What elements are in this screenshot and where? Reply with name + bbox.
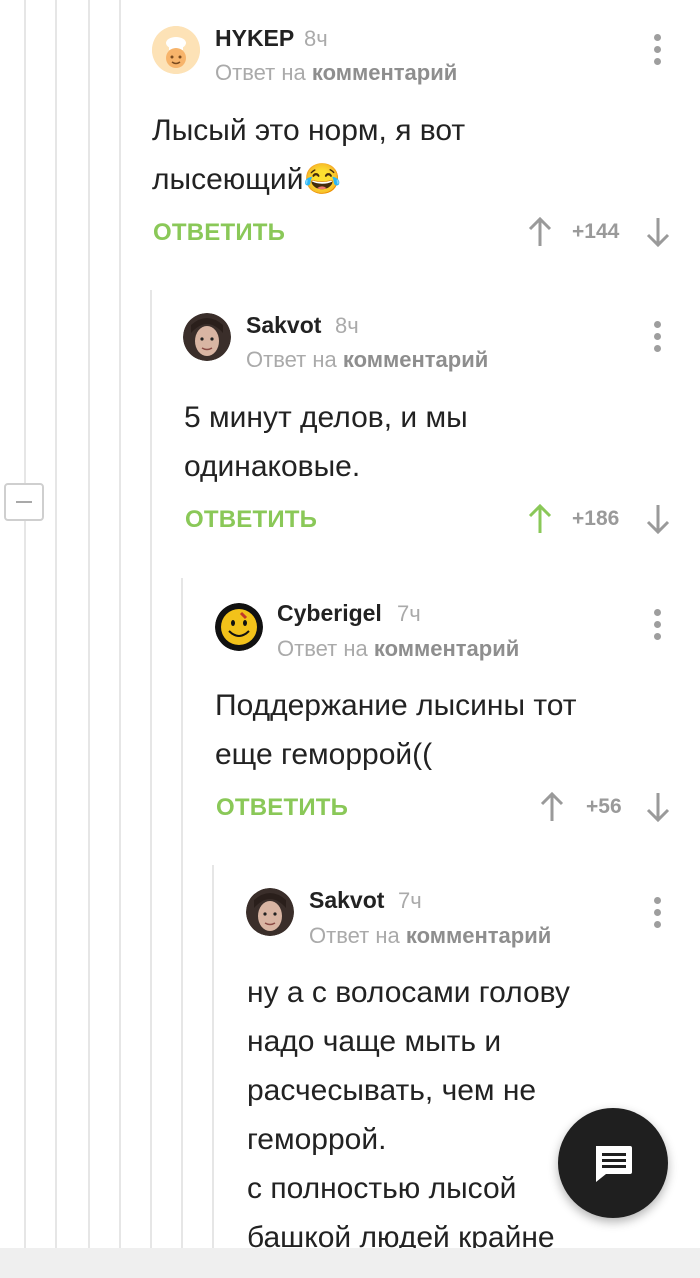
comment-time: 8ч xyxy=(304,26,328,51)
reply-prefix: Ответ на xyxy=(277,636,368,661)
reply-to-link[interactable]: Ответ на комментарий xyxy=(246,347,488,373)
comment-time: 7ч xyxy=(397,601,421,626)
comment-body: Лысый это норм, я вот лысеющий😂 xyxy=(152,106,652,204)
more-options-icon[interactable] xyxy=(654,321,662,357)
thread-line xyxy=(181,578,183,1250)
reply-target[interactable]: комментарий xyxy=(343,347,488,372)
reply-target[interactable]: комментарий xyxy=(406,923,551,948)
comment-icon xyxy=(596,1146,632,1182)
reply-to-link[interactable]: Ответ на комментарий xyxy=(277,636,519,662)
comment-author[interactable]: Sakvot xyxy=(246,312,321,339)
comment-line: надо чаще мыть и xyxy=(247,1025,502,1058)
thread-line xyxy=(150,290,152,1250)
comment-body: Поддержание лысины тот еще геморрой(( xyxy=(215,681,675,779)
comment-line: ну а с волосами голову xyxy=(247,976,570,1009)
collapse-thread-button[interactable] xyxy=(4,483,44,521)
laughing-emoji-icon: 😂 xyxy=(303,163,341,196)
more-options-icon[interactable] xyxy=(654,897,662,933)
more-options-icon[interactable] xyxy=(654,609,662,645)
comment-line: одинаковые. xyxy=(184,450,361,483)
reply-target[interactable]: комментарий xyxy=(374,636,519,661)
reply-target[interactable]: комментарий xyxy=(312,60,457,85)
comment-score: +186 xyxy=(572,507,620,530)
comment-time: 8ч xyxy=(335,313,359,338)
comment-line: лысеющий xyxy=(152,163,304,196)
reply-to-link[interactable]: Ответ на комментарий xyxy=(215,60,457,86)
comment-author[interactable]: Cyberigel xyxy=(277,600,382,627)
user-photo-avatar[interactable] xyxy=(246,888,294,936)
comment-body: 5 минут делов, и мы одинаковые. xyxy=(184,393,644,491)
downvote-icon[interactable] xyxy=(645,503,671,535)
smiley-avatar-icon[interactable] xyxy=(215,603,263,651)
reply-button[interactable]: ОТВЕТИТЬ xyxy=(153,219,285,247)
more-options-icon[interactable] xyxy=(654,34,662,70)
comment-time: 7ч xyxy=(398,888,422,913)
reply-prefix: Ответ на xyxy=(309,923,400,948)
write-comment-button[interactable] xyxy=(558,1108,668,1218)
comment-author[interactable]: HYKEP xyxy=(215,25,294,52)
thread-line xyxy=(24,0,26,1250)
reply-button[interactable]: ОТВЕТИТЬ xyxy=(185,506,317,534)
thread-line xyxy=(119,0,121,1250)
comment-line: Поддержание лысины тот xyxy=(215,689,577,722)
upvote-icon[interactable] xyxy=(539,791,565,823)
comment-line: еще геморрой(( xyxy=(215,738,433,771)
thread-line xyxy=(55,0,57,1250)
thread-line xyxy=(212,865,214,1250)
upvote-icon[interactable] xyxy=(527,503,553,535)
comment-score: +144 xyxy=(572,220,620,243)
reply-prefix: Ответ на xyxy=(215,60,306,85)
user-photo-avatar[interactable] xyxy=(183,313,231,361)
chef-avatar-icon[interactable] xyxy=(152,26,200,74)
bottom-bar xyxy=(0,1248,700,1278)
comment-line: Лысый это норм, я вот xyxy=(152,114,466,147)
comment-line: 5 минут делов, и мы xyxy=(184,401,468,434)
reply-prefix: Ответ на xyxy=(246,347,337,372)
thread-line xyxy=(88,0,90,1250)
comment-score: +56 xyxy=(586,795,622,818)
upvote-icon[interactable] xyxy=(527,216,553,248)
reply-button[interactable]: ОТВЕТИТЬ xyxy=(216,794,348,822)
downvote-icon[interactable] xyxy=(645,216,671,248)
comment-author[interactable]: Sakvot xyxy=(309,887,384,914)
reply-to-link[interactable]: Ответ на комментарий xyxy=(309,923,551,949)
downvote-icon[interactable] xyxy=(645,791,671,823)
